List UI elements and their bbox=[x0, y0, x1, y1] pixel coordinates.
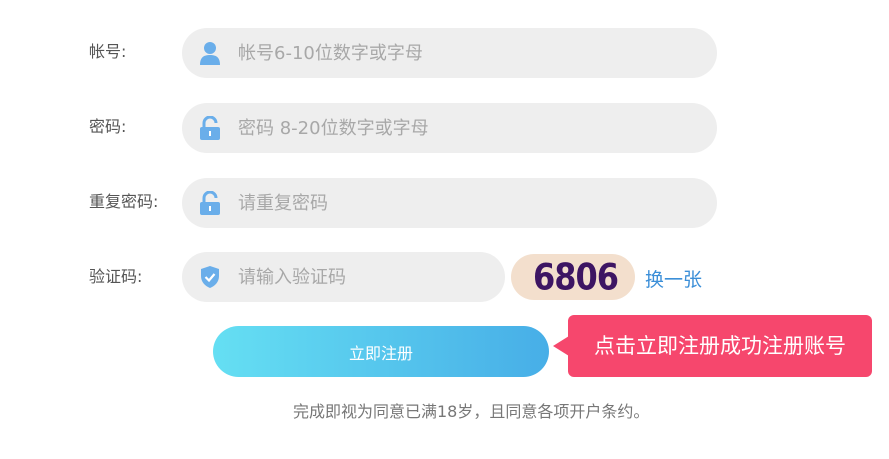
captcha-field[interactable] bbox=[182, 252, 505, 302]
shield-check-icon bbox=[199, 265, 221, 289]
tooltip-arrow bbox=[553, 336, 569, 356]
lock-icon bbox=[199, 190, 221, 215]
user-icon bbox=[199, 41, 221, 65]
register-button[interactable]: 立即注册 bbox=[213, 326, 549, 377]
password-field[interactable] bbox=[182, 103, 717, 153]
confirm-password-field[interactable] bbox=[182, 178, 717, 228]
captcha-code: 6806 bbox=[533, 255, 619, 299]
confirm-password-input[interactable] bbox=[238, 178, 697, 228]
confirm-password-label: 重复密码: bbox=[89, 192, 159, 211]
lock-icon bbox=[199, 115, 221, 140]
register-tooltip: 点击立即注册成功注册账号 bbox=[568, 315, 872, 377]
password-input[interactable] bbox=[238, 103, 697, 153]
account-label: 帐号: bbox=[89, 42, 127, 61]
captcha-label: 验证码: bbox=[89, 267, 143, 286]
password-label: 密码: bbox=[89, 117, 127, 136]
refresh-captcha-link[interactable]: 换一张 bbox=[645, 265, 702, 292]
account-field[interactable] bbox=[182, 28, 717, 78]
account-input[interactable] bbox=[238, 28, 697, 78]
agreement-text: 完成即视为同意已满18岁，且同意各项开户条约。 bbox=[293, 402, 650, 421]
captcha-image[interactable]: 6806 bbox=[511, 254, 635, 300]
captcha-input[interactable] bbox=[238, 252, 485, 302]
